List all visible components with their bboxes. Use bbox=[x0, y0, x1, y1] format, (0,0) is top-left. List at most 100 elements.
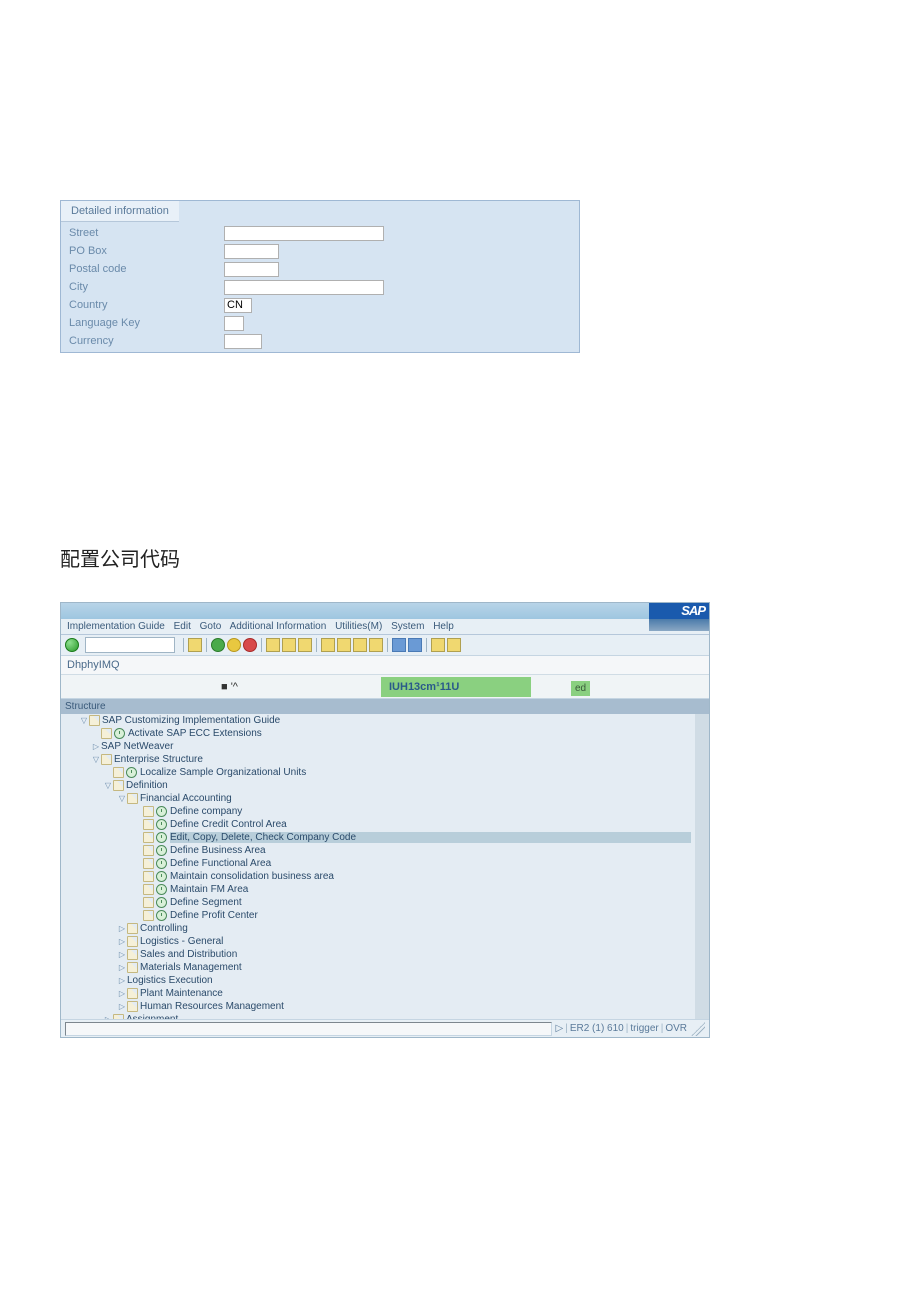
tree-row[interactable]: Define Segment bbox=[61, 896, 695, 909]
tree-row[interactable]: Localize Sample Organizational Units bbox=[61, 766, 695, 779]
tree-row[interactable]: ▽ Financial Accounting bbox=[61, 792, 695, 805]
resize-grip-icon[interactable] bbox=[691, 1022, 705, 1036]
activity-icon[interactable] bbox=[156, 845, 167, 856]
document-icon[interactable] bbox=[127, 949, 138, 960]
activity-icon[interactable] bbox=[156, 897, 167, 908]
tree-row[interactable]: Define Functional Area bbox=[61, 857, 695, 870]
expand-icon[interactable] bbox=[133, 859, 143, 869]
scroll-down-icon[interactable]: ▼ bbox=[695, 1007, 709, 1019]
shortcut-icon[interactable] bbox=[408, 638, 422, 652]
expand-icon[interactable]: ▷ bbox=[117, 1002, 127, 1012]
document-icon[interactable] bbox=[143, 832, 154, 843]
tree-row[interactable]: Maintain FM Area bbox=[61, 883, 695, 896]
activity-icon[interactable] bbox=[156, 832, 167, 843]
tree-node-label[interactable]: Controlling bbox=[140, 923, 691, 934]
tree-node-label[interactable]: Logistics Execution bbox=[127, 975, 691, 986]
postalcode-input[interactable] bbox=[224, 262, 279, 277]
document-icon[interactable] bbox=[127, 936, 138, 947]
detailed-information-tab[interactable]: Detailed information bbox=[61, 201, 179, 222]
scroll-down-icon[interactable]: ▲ bbox=[695, 995, 709, 1007]
activity-icon[interactable] bbox=[114, 728, 125, 739]
activity-icon[interactable] bbox=[126, 767, 137, 778]
expand-icon[interactable]: ▷ bbox=[117, 963, 127, 973]
help-icon[interactable] bbox=[431, 638, 445, 652]
nextpage-icon[interactable] bbox=[353, 638, 367, 652]
document-icon[interactable] bbox=[143, 884, 154, 895]
tree-node-label[interactable]: Define Business Area bbox=[170, 845, 691, 856]
tree-node-label[interactable]: Financial Accounting bbox=[140, 793, 691, 804]
print-icon[interactable] bbox=[266, 638, 280, 652]
expand-icon[interactable]: ▷ bbox=[91, 742, 101, 752]
tree-row[interactable]: Define Business Area bbox=[61, 844, 695, 857]
tree-node-label[interactable]: Activate SAP ECC Extensions bbox=[128, 728, 691, 739]
menu-implguide[interactable]: Implementation Guide bbox=[67, 621, 165, 632]
city-input[interactable] bbox=[224, 280, 384, 295]
document-icon[interactable] bbox=[113, 1014, 124, 1019]
expand-icon[interactable] bbox=[133, 833, 143, 843]
menu-system[interactable]: System bbox=[391, 621, 424, 632]
exit-icon[interactable] bbox=[227, 638, 241, 652]
expand-icon[interactable]: ▷ bbox=[103, 1015, 113, 1020]
street-input[interactable] bbox=[224, 226, 384, 241]
newsession-icon[interactable] bbox=[392, 638, 406, 652]
expand-icon[interactable] bbox=[133, 898, 143, 908]
expand-icon[interactable] bbox=[133, 846, 143, 856]
menu-utilities[interactable]: Utilities(M) bbox=[335, 621, 382, 632]
tree-node-label[interactable]: Define Credit Control Area bbox=[170, 819, 691, 830]
scroll-up-icon[interactable]: ▲ bbox=[695, 714, 709, 726]
tree-node-label[interactable]: Sales and Distribution bbox=[140, 949, 691, 960]
activity-icon[interactable] bbox=[156, 884, 167, 895]
tree-row[interactable]: Define company bbox=[61, 805, 695, 818]
expand-icon[interactable]: ▷ bbox=[117, 989, 127, 999]
tree-node-label[interactable]: Maintain FM Area bbox=[170, 884, 691, 895]
document-icon[interactable] bbox=[143, 871, 154, 882]
country-input[interactable] bbox=[224, 298, 252, 313]
find-icon[interactable] bbox=[282, 638, 296, 652]
expand-icon[interactable]: ▷ bbox=[117, 937, 127, 947]
expand-icon[interactable]: ▽ bbox=[117, 794, 127, 804]
expand-icon[interactable] bbox=[91, 729, 101, 739]
expand-icon[interactable] bbox=[133, 885, 143, 895]
expand-icon[interactable] bbox=[133, 872, 143, 882]
cancel-icon[interactable] bbox=[243, 638, 257, 652]
tree-row[interactable]: ▷Assignment bbox=[61, 1013, 695, 1019]
layout-icon[interactable] bbox=[447, 638, 461, 652]
status-triangle-icon[interactable]: ▷ bbox=[556, 1023, 564, 1034]
tree-row[interactable]: ▷SAP NetWeaver bbox=[61, 740, 695, 753]
tree-row[interactable]: Maintain consolidation business area bbox=[61, 870, 695, 883]
expand-icon[interactable]: ▽ bbox=[91, 755, 101, 765]
document-icon[interactable] bbox=[127, 923, 138, 934]
back-icon[interactable] bbox=[211, 638, 225, 652]
tree-row[interactable]: ▷ Human Resources Management bbox=[61, 1000, 695, 1013]
tree-node-label[interactable]: Define Profit Center bbox=[170, 910, 691, 921]
document-icon[interactable] bbox=[143, 858, 154, 869]
tree-row[interactable]: ▷Controlling bbox=[61, 922, 695, 935]
tree-row[interactable]: ▽ Enterprise Structure bbox=[61, 753, 695, 766]
menu-goto[interactable]: Goto bbox=[200, 621, 222, 632]
document-icon[interactable] bbox=[143, 897, 154, 908]
menu-addinfo[interactable]: Additional Information bbox=[230, 621, 327, 632]
pobox-input[interactable] bbox=[224, 244, 279, 259]
document-icon[interactable] bbox=[127, 988, 138, 999]
document-icon[interactable] bbox=[127, 962, 138, 973]
save-icon[interactable] bbox=[188, 638, 202, 652]
tree-node-label[interactable]: Define Segment bbox=[170, 897, 691, 908]
tree-row[interactable]: Edit, Copy, Delete, Check Company Code bbox=[61, 831, 695, 844]
document-icon[interactable] bbox=[113, 767, 124, 778]
lastpage-icon[interactable] bbox=[369, 638, 383, 652]
tree-row[interactable]: ▽SAP Customizing Implementation Guide bbox=[61, 714, 695, 727]
tree-node-label[interactable]: Logistics - General bbox=[140, 936, 691, 947]
currency-input[interactable] bbox=[224, 334, 262, 349]
tree-node-label[interactable]: Enterprise Structure bbox=[114, 754, 691, 765]
tree-row[interactable]: ▷Logistics Execution bbox=[61, 974, 695, 987]
tree-node-label[interactable]: Localize Sample Organizational Units bbox=[140, 767, 691, 778]
expand-icon[interactable] bbox=[133, 807, 143, 817]
tree-node-label[interactable]: Edit, Copy, Delete, Check Company Code bbox=[170, 832, 691, 843]
command-field[interactable] bbox=[85, 637, 175, 653]
document-icon[interactable] bbox=[127, 1001, 138, 1012]
menu-help[interactable]: Help bbox=[433, 621, 454, 632]
expand-icon[interactable] bbox=[103, 768, 113, 778]
tree-row[interactable]: ▷Sales and Distribution bbox=[61, 948, 695, 961]
tree-node-label[interactable]: Human Resources Management bbox=[140, 1001, 691, 1012]
expand-icon[interactable]: ▽ bbox=[79, 716, 89, 726]
